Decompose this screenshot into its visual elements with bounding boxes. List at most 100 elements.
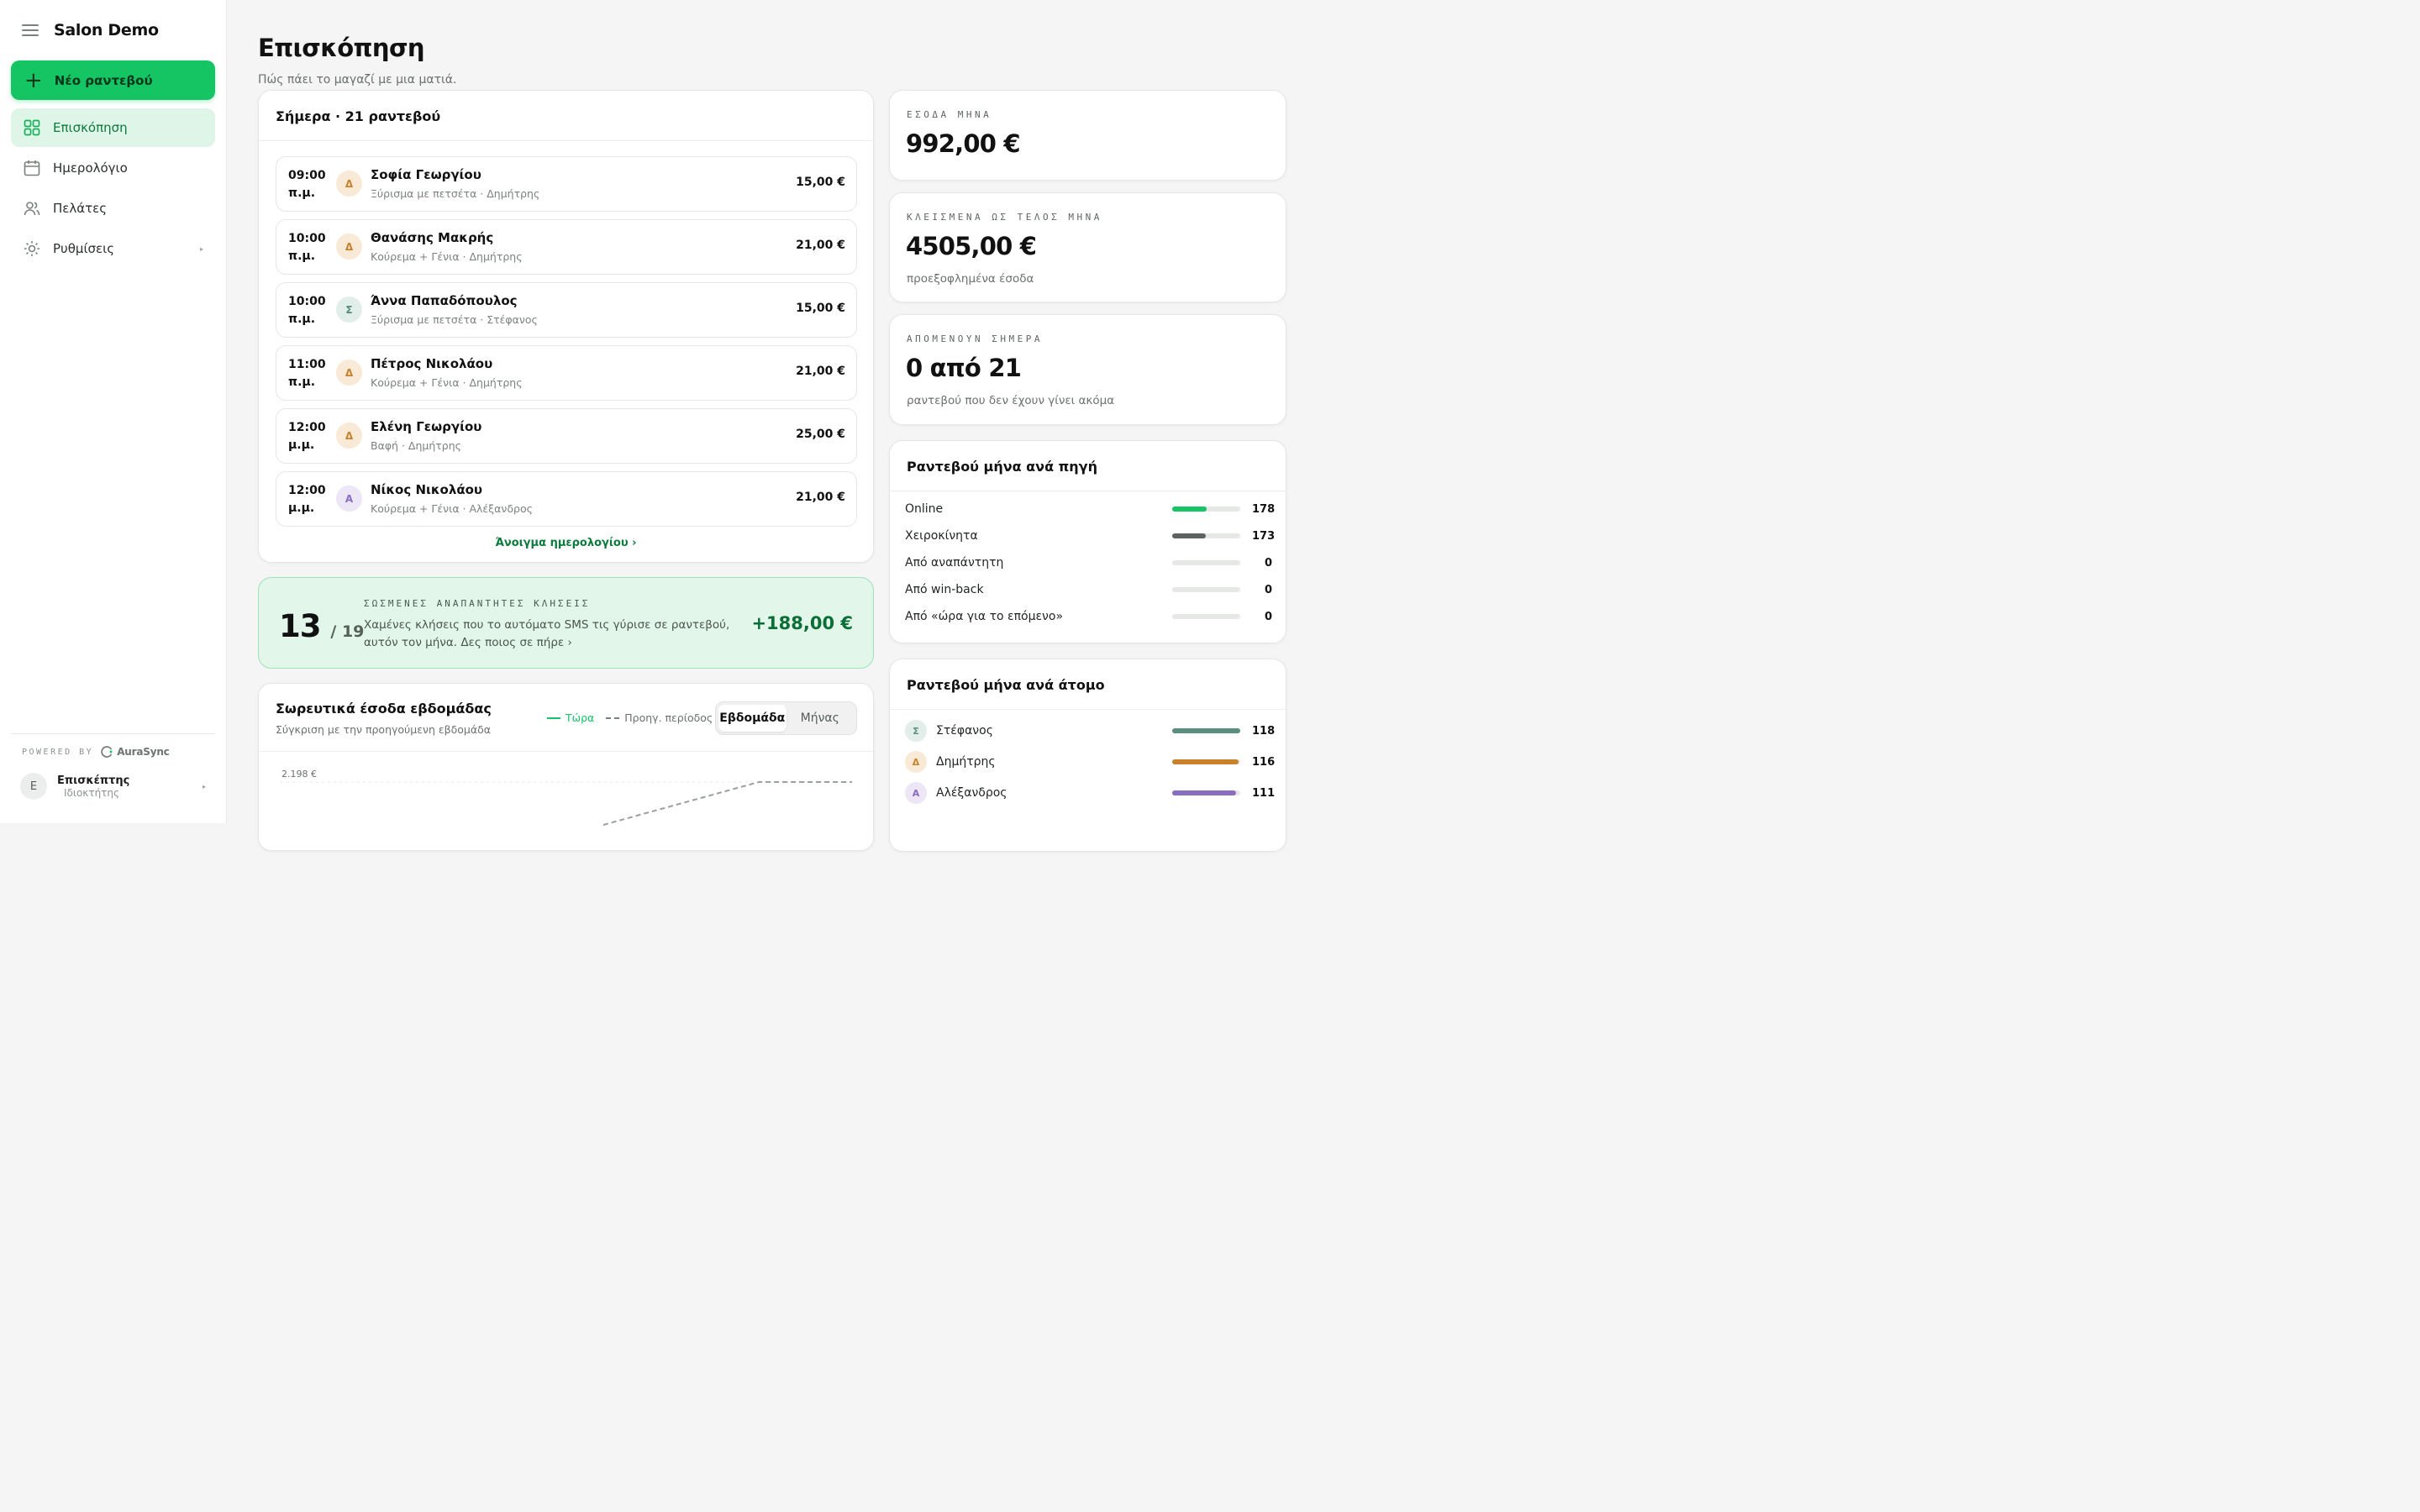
sidebar-item-clients[interactable]: Πελάτες xyxy=(11,189,215,228)
user-name: Επισκέπτης xyxy=(57,774,130,787)
service-label: Βαφή · Δημήτρης xyxy=(371,439,461,452)
appointments-by-person-card: Ραντεβού μήνα ανά άτομο Σ Στέφανος 118 Δ Δημ… xyxy=(889,659,1286,852)
source-label: Από «ώρα για το επόμενο» xyxy=(905,610,1064,623)
source-row: Χειροκίνητα 173 xyxy=(905,527,1275,545)
source-row: Από win-back 0 xyxy=(905,580,1272,599)
legend-prev: Προηγ. περίοδος xyxy=(606,711,713,724)
powered-by-label: POWERED BY xyxy=(22,747,94,757)
appointment-price: 15,00 € xyxy=(796,176,845,189)
appointment-price: 15,00 € xyxy=(796,302,845,315)
plus-icon: + xyxy=(24,67,43,93)
page-title: Επισκόπηση xyxy=(258,34,425,62)
legend-prev-label: Προηγ. περίοδος xyxy=(624,711,713,724)
staff-badge: Δ xyxy=(336,171,362,197)
user-role: Ιδιοκτήτης xyxy=(64,786,120,799)
appointments-by-source-card: Ραντεβού μήνα ανά πηγή Online 178 Χειροκίν… xyxy=(889,440,1286,643)
time-value: 11:00 xyxy=(288,358,326,371)
person-count: 111 xyxy=(1252,786,1276,800)
legend-prev-swatch xyxy=(606,717,620,719)
saved-calls-count: 13 / 19 xyxy=(279,608,364,644)
person-label: Α Αλέξανδρος xyxy=(905,782,1172,804)
toggle-month[interactable]: Μήνας xyxy=(786,705,855,732)
saved-total: / 19 xyxy=(330,622,365,641)
person-label: Δ Δημήτρης xyxy=(905,751,1172,773)
staff-badge: Α xyxy=(336,486,362,512)
panel-title: Ραντεβού μήνα ανά πηγή xyxy=(907,459,1097,475)
menu-icon[interactable] xyxy=(22,24,39,36)
appointment-time: 10:00 π.μ. xyxy=(288,293,330,328)
staff-badge: Δ xyxy=(336,423,362,449)
source-bar xyxy=(1172,507,1240,512)
sidebar-item-label: Ρυθμίσεις xyxy=(53,241,115,256)
sidebar-item-label: Ημερολόγιο xyxy=(53,160,128,176)
new-appointment-button[interactable]: + Νέο ραντεβού xyxy=(11,60,215,100)
stat-value: 4505,00 € xyxy=(906,232,1037,260)
sidebar-item-overview[interactable]: Επισκόπηση xyxy=(11,108,215,147)
saved-calls-label: ΣΩΣΜΕΝΕΣ ΑΝΑΠΑΝΤΗΤΕΣ ΚΛΗΣΕΙΣ xyxy=(364,598,591,609)
weekly-title: Σωρευτικά έσοδα εβδομάδας xyxy=(276,701,492,717)
sidebar-nav: Επισκόπηση Ημερολόγιο Πελάτες Ρυθμίσεις … xyxy=(11,108,215,270)
appointment-row[interactable]: 10:00 π.μ. Δ Θανάσης Μακρής Κούρεμα + Γένια … xyxy=(276,219,857,275)
person-row: Σ Στέφανος 118 xyxy=(905,720,1275,742)
person-name: Στέφανος xyxy=(936,724,993,738)
aurasync-label: AuraSync xyxy=(117,746,170,758)
toggle-week[interactable]: Εβδομάδα xyxy=(718,705,786,732)
weekly-chart xyxy=(281,781,852,826)
open-calendar-link[interactable]: Άνοιγμα ημερολογίου › xyxy=(259,537,873,549)
chart-legend: Τώρα Προηγ. περίοδος xyxy=(547,711,713,724)
person-row: Α Αλέξανδρος 111 xyxy=(905,782,1276,804)
service-label: Κούρεμα + Γένια · Δημήτρης xyxy=(371,376,523,389)
sidebar-item-calendar[interactable]: Ημερολόγιο xyxy=(11,149,215,187)
service-label: Κούρεμα + Γένια · Αλέξανδρος xyxy=(371,502,533,515)
person-name: Δημήτρης xyxy=(936,755,996,769)
weekly-subtitle: Σύγκριση με την προηγούμενη εβδομάδα xyxy=(276,723,491,736)
today-title: Σήμερα · 21 ραντεβού xyxy=(259,91,873,141)
appointment-list[interactable]: 09:00 π.μ. Δ Σοφία Γεωργίου Ξύρισμα με πετσέ… xyxy=(276,156,857,528)
person-count: 116 xyxy=(1252,755,1276,769)
appointment-row[interactable]: 12:00 μ.μ. Α Νίκος Νικολάου Κούρεμα + Γένια … xyxy=(276,471,857,527)
time-value: 10:00 xyxy=(288,232,326,245)
staff-badge: Σ xyxy=(336,297,362,323)
time-period: π.μ. xyxy=(288,375,316,389)
source-bar-fill xyxy=(1172,507,1207,512)
weekly-revenue-card: Σωρευτικά έσοδα εβδομάδας Σύγκριση με τη… xyxy=(258,683,874,851)
stat-label: ΑΠΟΜΕΝΟΥΝ ΣΗΜΕΡΑ xyxy=(907,333,1043,344)
avatar: Ε xyxy=(20,773,47,800)
person-row: Δ Δημήτρης 116 xyxy=(905,751,1276,773)
chevron-right-icon: ▸ xyxy=(199,244,203,253)
sidebar-item-settings[interactable]: Ρυθμίσεις ▸ xyxy=(11,229,215,268)
legend-now-label: Τώρα xyxy=(566,711,595,724)
source-count: 0 xyxy=(1264,583,1272,596)
grid-icon xyxy=(23,118,41,137)
source-row: Από αναπάντητη 0 xyxy=(905,554,1272,572)
source-count: 0 xyxy=(1264,556,1272,570)
user-menu[interactable]: Ε Επισκέπτης Ιδιοκτήτης ▸ xyxy=(20,773,209,800)
saved-missed-calls-card[interactable]: 13 / 19 ΣΩΣΜΕΝΕΣ ΑΝΑΠΑΝΤΗΤΕΣ ΚΛΗΣΕΙΣ Χαμ… xyxy=(258,577,874,669)
y-tick-label: 2.198 € xyxy=(281,769,317,780)
stat-value: 0 από 21 xyxy=(906,354,1022,382)
appointment-row[interactable]: 09:00 π.μ. Δ Σοφία Γεωργίου Ξύρισμα με πετσέ… xyxy=(276,156,857,212)
time-period: μ.μ. xyxy=(288,501,315,515)
appointment-row[interactable]: 12:00 μ.μ. Δ Ελένη Γεωργίου Βαφή · Δημήτρης 2… xyxy=(276,408,857,464)
sidebar-divider xyxy=(11,733,215,734)
time-value: 10:00 xyxy=(288,295,326,308)
appointment-time: 11:00 π.μ. xyxy=(288,356,330,391)
time-period: μ.μ. xyxy=(288,438,315,452)
time-value: 12:00 xyxy=(288,421,326,434)
source-row: Online 178 xyxy=(905,500,1275,518)
appointment-time: 10:00 π.μ. xyxy=(288,230,330,265)
staff-badge: Σ xyxy=(905,720,927,742)
staff-badge: Δ xyxy=(336,360,362,386)
appointment-row[interactable]: 11:00 π.μ. Δ Πέτρος Νικολάου Κούρεμα + Γένια… xyxy=(276,345,857,401)
source-label: Χειροκίνητα xyxy=(905,529,978,543)
brand-name: Salon Demo xyxy=(54,21,159,39)
source-count: 0 xyxy=(1264,610,1272,623)
appointment-row[interactable]: 10:00 π.μ. Σ Άννα Παπαδόπουλος Ξύρισμα με πε… xyxy=(276,282,857,338)
previous-period-line xyxy=(602,781,852,826)
client-name: Άννα Παπαδόπουλος xyxy=(371,293,518,308)
sidebar-item-label: Πελάτες xyxy=(53,201,108,216)
person-bar xyxy=(1172,790,1240,795)
panel-divider xyxy=(890,709,1286,710)
client-name: Πέτρος Νικολάου xyxy=(371,356,493,371)
person-name: Αλέξανδρος xyxy=(936,786,1007,800)
